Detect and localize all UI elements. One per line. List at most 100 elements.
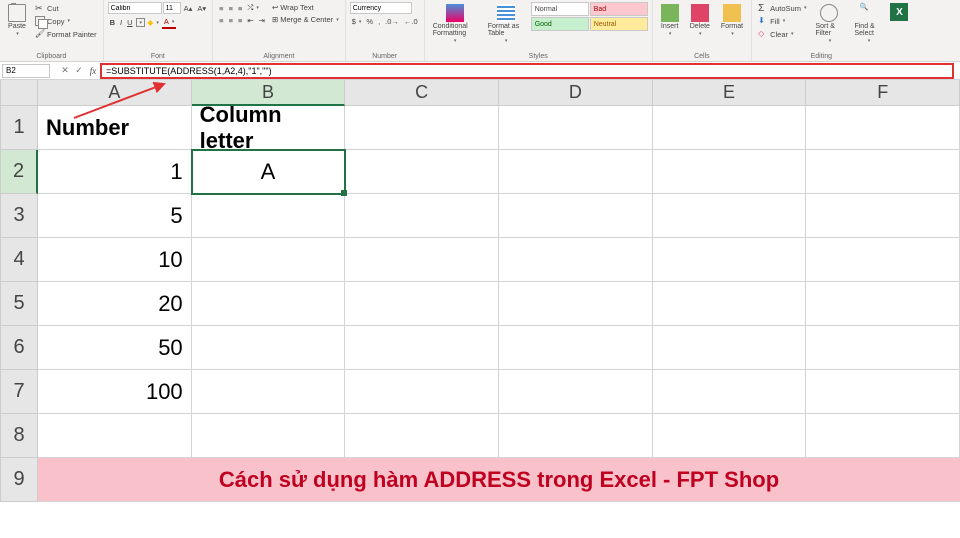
row-header-8[interactable]: 8 [0, 414, 38, 458]
increase-decimal-button[interactable]: .0→ [383, 16, 401, 27]
row-header-5[interactable]: 5 [0, 282, 38, 326]
col-header-e[interactable]: E [653, 80, 807, 106]
font-color-button[interactable]: A [162, 16, 177, 29]
col-header-a[interactable]: A [38, 80, 192, 106]
fill-color-button[interactable]: ◆ [146, 17, 161, 28]
underline-button[interactable]: U [125, 17, 134, 28]
enter-formula-button[interactable]: ✓ [72, 65, 86, 76]
formula-input[interactable]: =SUBSTITUTE(ADDRESS(1,A2,4),"1","") [100, 63, 954, 79]
sort-filter-button[interactable]: Sort & Filter [811, 2, 847, 46]
cell-styles-gallery[interactable]: Normal Bad Good Neutral [531, 2, 648, 31]
cell-d1[interactable] [499, 106, 653, 150]
cell-a5[interactable]: 20 [38, 282, 192, 326]
font-size-input[interactable] [163, 2, 181, 14]
cell-b8[interactable] [192, 414, 346, 458]
cell-c1[interactable] [345, 106, 499, 150]
format-as-table-button[interactable]: Format as Table [484, 2, 528, 46]
cell-b4[interactable] [192, 238, 346, 282]
comma-button[interactable]: , [376, 16, 382, 27]
cell-a1[interactable]: Number [38, 106, 192, 150]
cell-b1[interactable]: Column letter [192, 106, 346, 150]
copy-button[interactable]: Copy [33, 15, 99, 27]
align-middle-button[interactable]: ≡ [227, 3, 235, 14]
cell-e8[interactable] [653, 414, 807, 458]
align-center-button[interactable]: ≡ [227, 15, 235, 26]
border-button[interactable] [136, 18, 145, 27]
select-all-corner[interactable] [0, 80, 38, 106]
cell-f2[interactable] [806, 150, 960, 194]
cancel-formula-button[interactable]: ✕ [58, 65, 72, 76]
cell-c3[interactable] [345, 194, 499, 238]
col-header-c[interactable]: C [345, 80, 499, 106]
cell-d6[interactable] [499, 326, 653, 370]
decrease-indent-button[interactable]: ⇤ [245, 15, 255, 26]
row-header-6[interactable]: 6 [0, 326, 38, 370]
decrease-decimal-button[interactable]: ←.0 [402, 16, 420, 27]
cell-c6[interactable] [345, 326, 499, 370]
cell-e4[interactable] [653, 238, 807, 282]
fill-button[interactable]: Fill [756, 15, 808, 27]
cell-c4[interactable] [345, 238, 499, 282]
cell-a2[interactable]: 1 [38, 150, 192, 194]
align-bottom-button[interactable]: ≡ [236, 3, 244, 14]
format-painter-button[interactable]: Format Painter [33, 28, 99, 40]
cell-d2[interactable] [499, 150, 653, 194]
align-top-button[interactable]: ≡ [217, 3, 225, 14]
cell-a3[interactable]: 5 [38, 194, 192, 238]
cell-e2[interactable] [653, 150, 807, 194]
increase-font-button[interactable]: A▴ [182, 3, 195, 14]
wrap-text-button[interactable]: ↩ Wrap Text [270, 2, 341, 13]
cell-f4[interactable] [806, 238, 960, 282]
row-header-4[interactable]: 4 [0, 238, 38, 282]
col-header-f[interactable]: F [806, 80, 960, 106]
cell-a7[interactable]: 100 [38, 370, 192, 414]
cell-c5[interactable] [345, 282, 499, 326]
paste-button[interactable]: Paste [4, 2, 30, 39]
cell-f3[interactable] [806, 194, 960, 238]
cell-e7[interactable] [653, 370, 807, 414]
cell-c7[interactable] [345, 370, 499, 414]
cell-e1[interactable] [653, 106, 807, 150]
cell-a8[interactable] [38, 414, 192, 458]
style-normal[interactable]: Normal [531, 2, 589, 16]
cell-a4[interactable]: 10 [38, 238, 192, 282]
row-header-9[interactable]: 9 [0, 458, 38, 502]
bold-button[interactable]: B [108, 17, 117, 28]
find-select-button[interactable]: 🔍Find & Select [850, 2, 886, 46]
cell-f7[interactable] [806, 370, 960, 414]
cell-f6[interactable] [806, 326, 960, 370]
row-header-3[interactable]: 3 [0, 194, 38, 238]
cell-f8[interactable] [806, 414, 960, 458]
style-bad[interactable]: Bad [590, 2, 648, 16]
cell-d3[interactable] [499, 194, 653, 238]
merge-center-button[interactable]: ⊞ Merge & Center [270, 14, 341, 25]
cell-d7[interactable] [499, 370, 653, 414]
cell-e6[interactable] [653, 326, 807, 370]
insert-function-button[interactable]: fx [86, 66, 100, 76]
cell-d8[interactable] [499, 414, 653, 458]
decrease-font-button[interactable]: A▾ [195, 3, 208, 14]
cell-d5[interactable] [499, 282, 653, 326]
italic-button[interactable]: I [118, 17, 124, 28]
cell-f5[interactable] [806, 282, 960, 326]
align-right-button[interactable]: ≡ [236, 15, 244, 26]
percent-button[interactable]: % [364, 16, 375, 27]
col-header-d[interactable]: D [499, 80, 653, 106]
row-header-2[interactable]: 2 [0, 150, 38, 194]
cut-button[interactable]: Cut [33, 2, 99, 14]
cell-b3[interactable] [192, 194, 346, 238]
conditional-formatting-button[interactable]: Conditional Formatting [429, 2, 481, 46]
cell-e3[interactable] [653, 194, 807, 238]
delete-button[interactable]: Delete [686, 2, 714, 39]
cell-c2[interactable] [345, 150, 499, 194]
increase-indent-button[interactable]: ⇥ [257, 15, 267, 26]
cell-f1[interactable] [806, 106, 960, 150]
cell-b6[interactable] [192, 326, 346, 370]
insert-button[interactable]: Insert [657, 2, 683, 39]
currency-button[interactable]: $ [350, 16, 364, 27]
cell-banner[interactable]: Cách sử dụng hàm ADDRESS trong Excel - F… [38, 458, 960, 502]
autosum-button[interactable]: AutoSum [756, 2, 808, 14]
cell-b7[interactable] [192, 370, 346, 414]
name-box[interactable]: B2 [2, 64, 50, 78]
style-neutral[interactable]: Neutral [590, 17, 648, 31]
